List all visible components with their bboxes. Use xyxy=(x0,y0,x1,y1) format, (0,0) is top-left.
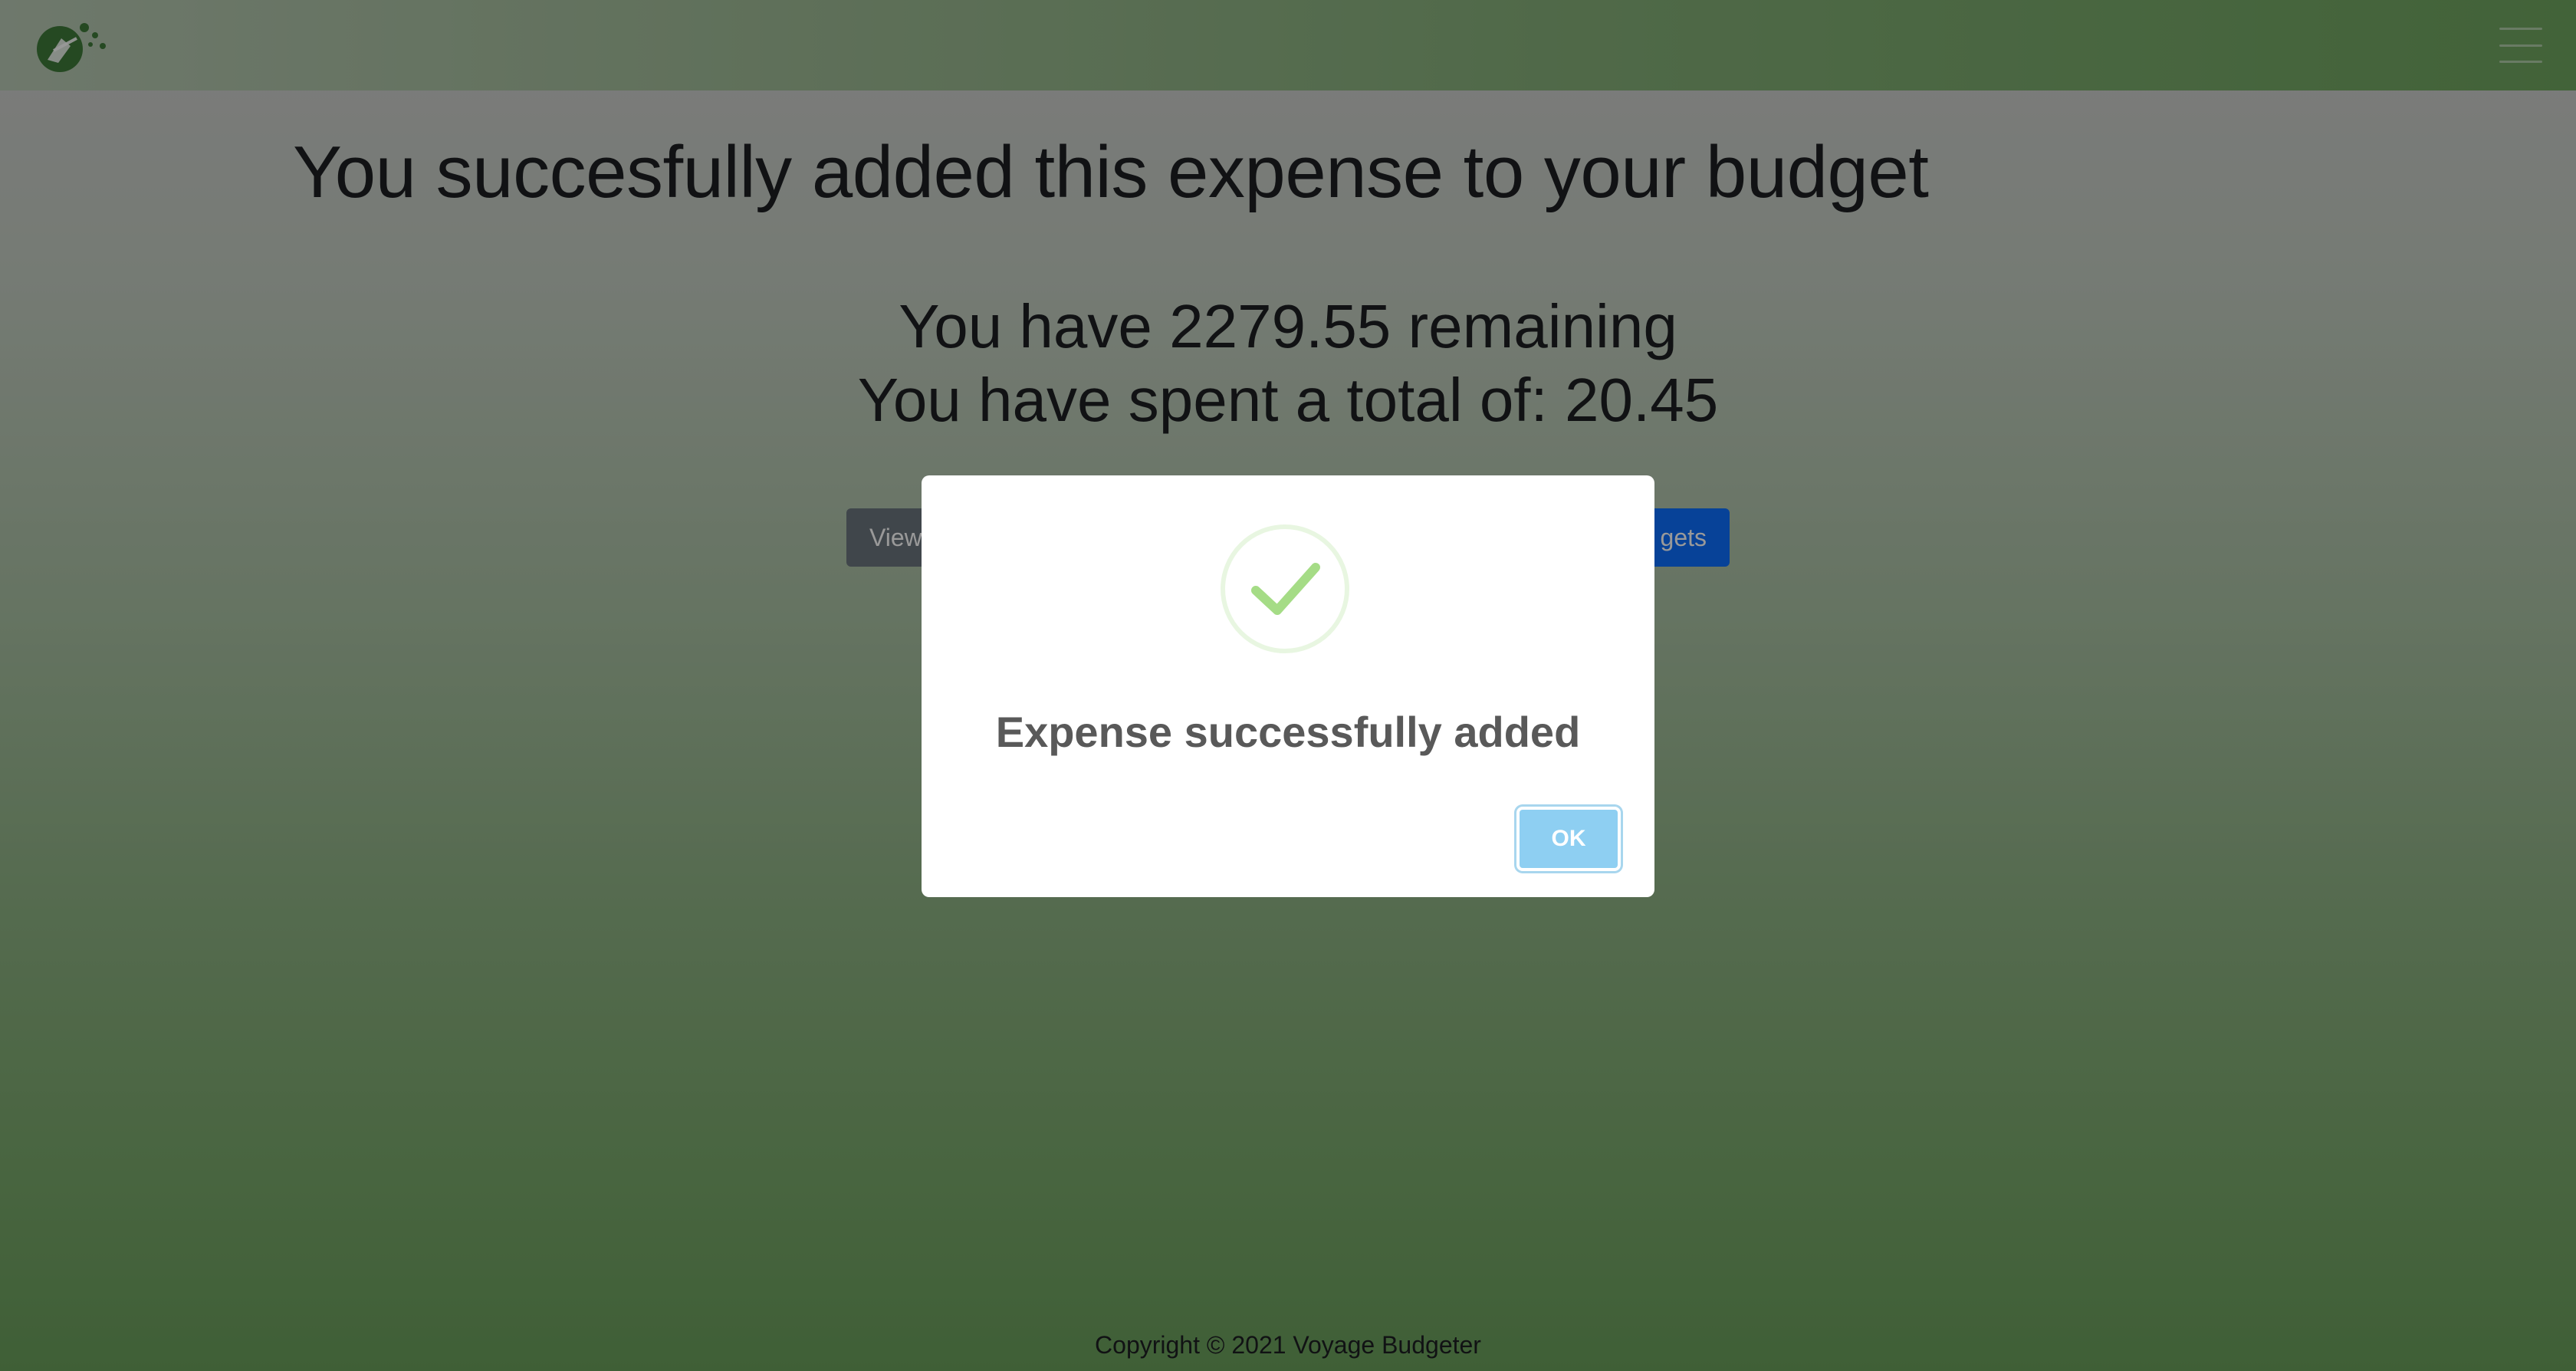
ok-button[interactable]: OK xyxy=(1516,807,1621,871)
success-check-icon xyxy=(1221,524,1349,653)
page: You succesfully added this expense to yo… xyxy=(0,0,2576,1371)
modal-title: Expense successfully added xyxy=(995,708,1581,756)
success-modal: Expense successfully added OK xyxy=(922,475,1654,897)
